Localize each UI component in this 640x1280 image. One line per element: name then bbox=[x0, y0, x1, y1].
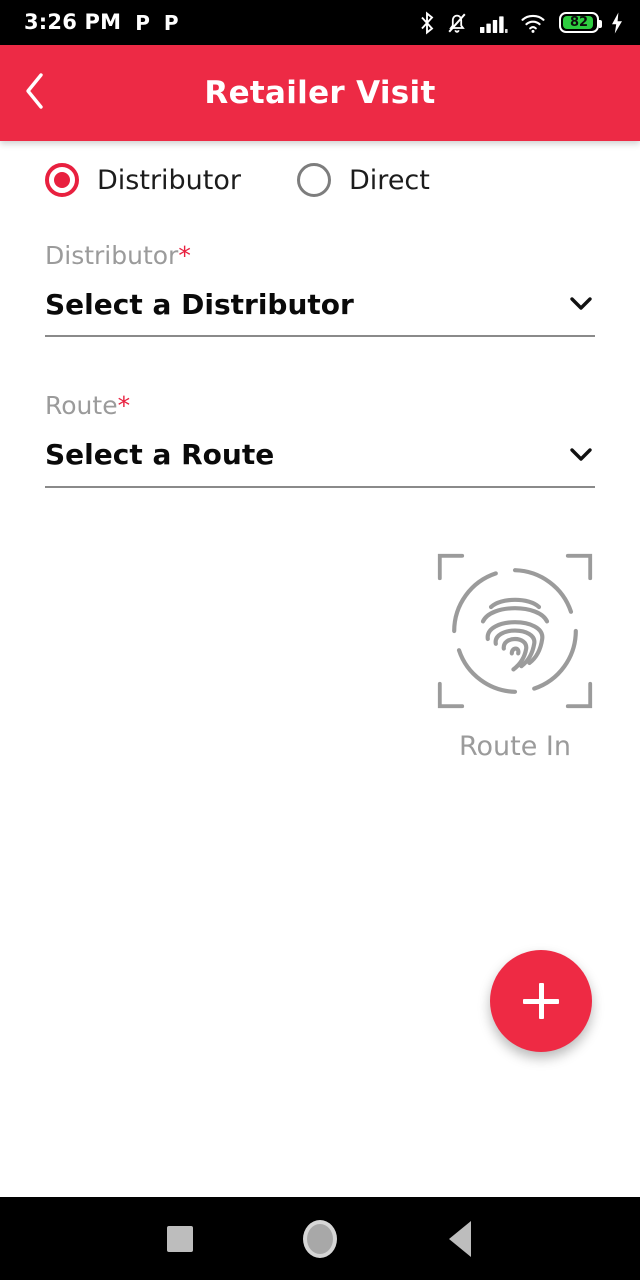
distributor-required-asterisk: * bbox=[178, 241, 191, 270]
radio-distributor-label: Distributor bbox=[97, 164, 242, 196]
battery-indicator: 82 bbox=[559, 12, 602, 33]
fingerprint-scan-icon bbox=[435, 551, 595, 711]
notification-icon-p-2: P bbox=[163, 10, 179, 35]
distributor-selected-value: Select a Distributor bbox=[45, 288, 354, 321]
wifi-icon bbox=[520, 11, 548, 35]
radio-option-direct[interactable]: Direct bbox=[297, 163, 430, 197]
route-select[interactable]: Select a Route bbox=[45, 438, 595, 488]
visit-type-radio-group: Distributor Direct bbox=[45, 141, 595, 197]
route-in-label: Route In bbox=[458, 731, 572, 762]
route-in-biometric-button[interactable]: Route In bbox=[435, 551, 595, 760]
radio-option-distributor[interactable]: Distributor bbox=[45, 163, 241, 197]
back-button[interactable] bbox=[0, 45, 70, 141]
charging-bolt-icon bbox=[610, 11, 624, 35]
page-title: Retailer Visit bbox=[204, 75, 436, 111]
radio-distributor-dot bbox=[54, 172, 70, 188]
radio-direct-label: Direct bbox=[349, 164, 430, 196]
distributor-label-text: Distributor bbox=[45, 241, 179, 270]
plus-icon-vertical bbox=[538, 983, 544, 1019]
status-bar-right: 82 bbox=[419, 11, 624, 35]
chevron-down-icon[interactable] bbox=[567, 293, 595, 317]
route-field: Route* Select a Route bbox=[45, 393, 595, 488]
bell-muted-icon bbox=[446, 11, 468, 35]
distributor-field: Distributor* Select a Distributor bbox=[45, 243, 595, 338]
radio-direct-mark[interactable] bbox=[297, 163, 332, 197]
triangle-back-icon bbox=[449, 1220, 471, 1257]
status-bar-left: 3:26 PM P P bbox=[24, 12, 179, 33]
status-bar: 3:26 PM P P 82 bbox=[0, 0, 640, 45]
android-navigation-bar bbox=[0, 1197, 640, 1280]
route-label-text: Route bbox=[45, 391, 118, 421]
route-selected-value: Select a Route bbox=[45, 438, 275, 472]
bluetooth-icon bbox=[419, 11, 435, 35]
recents-button[interactable] bbox=[145, 1204, 215, 1274]
chevron-down-icon[interactable] bbox=[567, 444, 595, 468]
phone-screen: 3:26 PM P P 82 Retailer Visit Distributo… bbox=[0, 0, 640, 1280]
status-bar-clock: 3:26 PM bbox=[24, 10, 122, 34]
main-content: Distributor Direct Distributor* Select a… bbox=[0, 141, 640, 1197]
route-required-asterisk: * bbox=[117, 391, 131, 421]
home-button[interactable] bbox=[285, 1204, 355, 1274]
cellular-signal-icon bbox=[479, 11, 509, 35]
distributor-field-label: Distributor* bbox=[45, 243, 595, 268]
add-button[interactable] bbox=[490, 950, 592, 1052]
circle-home-icon bbox=[303, 1219, 337, 1258]
notification-icon-p-1: P bbox=[135, 10, 150, 35]
back-nav-button[interactable] bbox=[425, 1204, 495, 1274]
battery-percent-label: 82 bbox=[569, 15, 589, 30]
app-bar: Retailer Visit bbox=[0, 45, 640, 141]
chevron-left-icon bbox=[20, 68, 50, 118]
route-field-label: Route* bbox=[45, 393, 595, 418]
distributor-select[interactable]: Select a Distributor bbox=[45, 288, 595, 338]
radio-distributor-mark[interactable] bbox=[45, 163, 79, 197]
square-recents-icon bbox=[167, 1225, 193, 1252]
